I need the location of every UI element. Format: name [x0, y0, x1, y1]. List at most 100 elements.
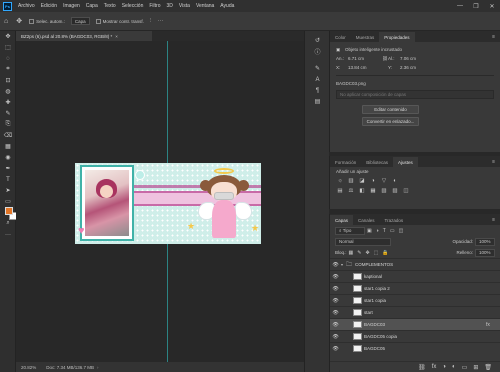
add-mask-icon[interactable]: ◑ — [439, 364, 449, 370]
transform-checkbox[interactable] — [95, 18, 101, 24]
more-tools-icon[interactable]: ··· — [0, 229, 16, 240]
document-tab[interactable]: BZ2ps (6).psd al 20.8% (BAGDC03, RGB/8) … — [16, 31, 152, 41]
photo-frame[interactable] — [80, 165, 134, 241]
character-icon[interactable]: A — [305, 74, 330, 85]
filter-shape-icon[interactable]: ▭ — [388, 228, 397, 234]
visibility-eye-icon[interactable]: 👁 — [330, 334, 341, 340]
brush-tool-icon[interactable]: ✎ — [0, 108, 16, 119]
panel-menu-icon[interactable]: ≡ — [492, 215, 495, 225]
autoselect-dropdown[interactable]: Capa — [70, 17, 90, 25]
layer-effects-icon[interactable]: fx — [486, 322, 500, 328]
channel-mixer-icon[interactable]: ▦ — [369, 187, 377, 195]
menu-imagen[interactable]: Imagen — [60, 3, 83, 9]
trash-icon[interactable]: 🗑 — [481, 364, 495, 371]
status-arrow-icon[interactable]: › — [97, 365, 99, 370]
tab-color[interactable]: Color — [330, 32, 351, 42]
pen-tool-icon[interactable]: ✒ — [0, 163, 16, 174]
curves-icon[interactable]: ◪ — [358, 177, 366, 185]
history-icon[interactable]: ↺ — [305, 35, 330, 46]
more-options-icon[interactable]: ··· — [154, 18, 166, 24]
maximize-icon[interactable]: ❐ — [468, 0, 484, 12]
panel-menu-icon[interactable]: ≡ — [492, 32, 495, 42]
brush-settings-icon[interactable]: ✎ — [305, 63, 330, 74]
lock-pixels-icon[interactable]: ✎ — [355, 250, 363, 256]
home-icon[interactable]: ⌂ — [0, 18, 12, 25]
angel-illustration[interactable] — [198, 168, 253, 244]
close-window-icon[interactable]: ✕ — [484, 0, 500, 12]
document-canvas[interactable]: ♥ ★ ★ — [75, 163, 261, 244]
fill-input[interactable]: 100% — [475, 248, 495, 257]
edit-contents-button[interactable]: Editar contenido — [362, 105, 419, 114]
tab-ajustes[interactable]: Ajustes — [393, 157, 418, 167]
filter-adjust-icon[interactable]: ◑ — [374, 228, 381, 234]
height-value[interactable]: 7.06 cm — [400, 56, 434, 61]
layer-comp-dropdown[interactable]: No aplicar composición de capas — [336, 90, 494, 99]
menu-texto[interactable]: Texto — [101, 3, 119, 9]
new-group-icon[interactable]: ▭ — [459, 364, 471, 371]
filter-pixel-icon[interactable]: ▣ — [365, 228, 374, 234]
visibility-eye-icon[interactable]: 👁 — [330, 322, 341, 328]
foreground-color-swatch[interactable] — [5, 207, 13, 215]
blend-mode-dropdown[interactable]: Normal — [335, 237, 391, 246]
paragraph-icon[interactable]: ¶ — [305, 85, 330, 96]
opacity-input[interactable]: 100% — [475, 237, 495, 246]
menu-ventana[interactable]: Ventana — [193, 3, 217, 9]
layer-row[interactable]: 👁 BAGDC05 copia — [330, 330, 500, 342]
layer-row[interactable]: 👁 star1 copia — [330, 294, 500, 306]
frame-tool-icon[interactable]: ⊡ — [0, 75, 16, 86]
crop-tool-icon[interactable]: ⌗ — [0, 64, 16, 75]
menu-3d[interactable]: 3D — [164, 3, 176, 9]
filter-smart-icon[interactable]: ◫ — [397, 228, 406, 234]
menu-capa[interactable]: Capa — [83, 3, 101, 9]
tab-formacion[interactable]: Formación — [330, 157, 361, 167]
info-icon[interactable]: ⓘ — [305, 46, 330, 57]
tab-propiedades[interactable]: Propiedades — [379, 32, 415, 42]
path-select-tool-icon[interactable]: ➤ — [0, 185, 16, 196]
layer-row[interactable]: 👁 star1 copia 2 — [330, 282, 500, 294]
invert-icon[interactable]: ▨ — [391, 187, 399, 195]
menu-filtro[interactable]: Filtro — [146, 3, 163, 9]
lock-all-icon[interactable]: 🔒 — [380, 250, 390, 256]
levels-icon[interactable]: ▥ — [347, 177, 355, 185]
visibility-eye-icon[interactable]: 👁 — [330, 346, 341, 352]
brightness-icon[interactable]: ☼ — [336, 177, 344, 185]
photo-filter-icon[interactable]: ◧ — [358, 187, 366, 195]
type-tool-icon[interactable]: T — [0, 174, 16, 185]
menu-archivo[interactable]: Archivo — [15, 3, 38, 9]
minimize-icon[interactable]: — — [452, 0, 468, 12]
menu-vista[interactable]: Vista — [176, 3, 193, 9]
glyphs-icon[interactable]: ▤ — [305, 96, 330, 107]
visibility-eye-icon[interactable]: 👁 — [330, 274, 341, 280]
align-icon[interactable]: ⫶ — [147, 18, 155, 25]
tab-canales[interactable]: Canales — [353, 215, 380, 225]
filter-type-icon[interactable]: T — [381, 228, 388, 234]
visibility-eye-icon[interactable]: 👁 — [330, 286, 341, 292]
gradient-tool-icon[interactable]: ▦ — [0, 141, 16, 152]
transform-controls-option[interactable]: Mostrar contr. transf. — [93, 18, 147, 24]
visibility-eye-icon[interactable]: 👁 — [330, 298, 341, 304]
healing-tool-icon[interactable]: ✚ — [0, 97, 16, 108]
lock-transparent-icon[interactable]: ▦ — [347, 250, 356, 256]
tab-muestras[interactable]: Muestras — [351, 32, 380, 42]
layer-row[interactable]: 👁 BAGDC05 — [330, 342, 500, 354]
autoselect-checkbox[interactable] — [29, 18, 35, 24]
exposure-icon[interactable]: ◑ — [369, 177, 377, 185]
marquee-tool-icon[interactable]: ⬚ — [0, 42, 16, 53]
menu-edicion[interactable]: Edición — [38, 3, 60, 9]
color-balance-icon[interactable]: ▤ — [336, 187, 344, 195]
visibility-eye-icon[interactable]: 👁 — [330, 310, 341, 316]
hue-icon[interactable]: ◐ — [391, 177, 399, 185]
visibility-eye-icon[interactable]: 👁 — [330, 262, 341, 268]
layer-filter-dropdown[interactable]: ⌕ Tipo — [335, 226, 365, 235]
lock-artboard-icon[interactable]: ⬚ — [372, 250, 381, 256]
black-white-icon[interactable]: ⚖ — [347, 187, 355, 195]
close-tab-icon[interactable]: × — [115, 34, 118, 39]
menu-ayuda[interactable]: Ayuda — [217, 3, 237, 9]
layer-row[interactable]: 👁 start — [330, 306, 500, 318]
stamp-tool-icon[interactable]: ⎘ — [0, 119, 16, 130]
eraser-tool-icon[interactable]: ⌫ — [0, 130, 16, 141]
lasso-tool-icon[interactable]: ◌ — [0, 53, 16, 64]
move-tool-icon[interactable]: ✥ — [0, 31, 16, 42]
adjustment-layer-icon[interactable]: ◐ — [449, 364, 459, 370]
menu-seleccion[interactable]: Selección — [119, 3, 147, 9]
